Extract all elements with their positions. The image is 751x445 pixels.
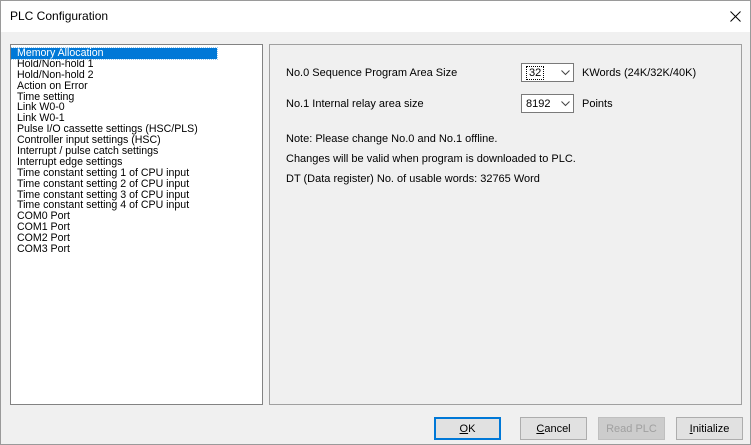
usable-words-note: DT (Data register) No. of usable words: … — [286, 173, 540, 185]
title-bar: PLC Configuration — [1, 1, 750, 32]
read-plc-label: Read PLC — [606, 422, 657, 435]
memory-allocation-panel: No.0 Sequence Program Area Size 32 KWord… — [269, 44, 742, 405]
program-area-unit: KWords (24K/32K/40K) — [582, 67, 697, 79]
download-note: Changes will be valid when program is do… — [286, 153, 576, 165]
program-area-size-select[interactable]: 32 — [521, 63, 574, 82]
chevron-down-icon — [557, 95, 573, 112]
initialize-label: nitialize — [692, 422, 730, 435]
close-icon — [729, 11, 741, 22]
program-area-size-value: 32 — [522, 65, 557, 80]
relay-area-unit: Points — [582, 98, 613, 110]
ok-accel-key: O — [459, 422, 469, 435]
ok-button[interactable]: OK — [434, 417, 501, 440]
offline-note: Note: Please change No.0 and No.1 offlin… — [286, 133, 498, 145]
plc-configuration-dialog: PLC Configuration Memory Allocation Hold/… — [0, 0, 751, 445]
category-list-body: Memory Allocation Hold/Non-hold 1 Hold/Non… — [11, 45, 262, 255]
list-item[interactable]: Time constant setting 2 of CPU input — [11, 178, 262, 190]
settings-category-list[interactable]: Memory Allocation Hold/Non-hold 1 Hold/Non… — [10, 44, 263, 405]
ok-label: K — [468, 422, 476, 435]
relay-area-size-select[interactable]: 8192 — [521, 94, 574, 113]
initialize-button[interactable]: Initialize — [676, 417, 743, 440]
program-area-label: No.0 Sequence Program Area Size — [286, 67, 458, 79]
cancel-button[interactable]: Cancel — [520, 417, 587, 440]
chevron-down-icon — [557, 64, 573, 81]
close-button[interactable] — [720, 1, 750, 32]
cancel-label: ancel — [544, 422, 571, 435]
relay-area-label: No.1 Internal relay area size — [286, 98, 424, 110]
list-item[interactable]: Action on Error — [11, 80, 262, 92]
list-item[interactable]: COM3 Port — [11, 244, 262, 255]
read-plc-button: Read PLC — [598, 417, 665, 440]
window-title: PLC Configuration — [10, 9, 109, 23]
cancel-accel-key: C — [536, 422, 545, 435]
relay-area-size-value: 8192 — [526, 97, 551, 110]
